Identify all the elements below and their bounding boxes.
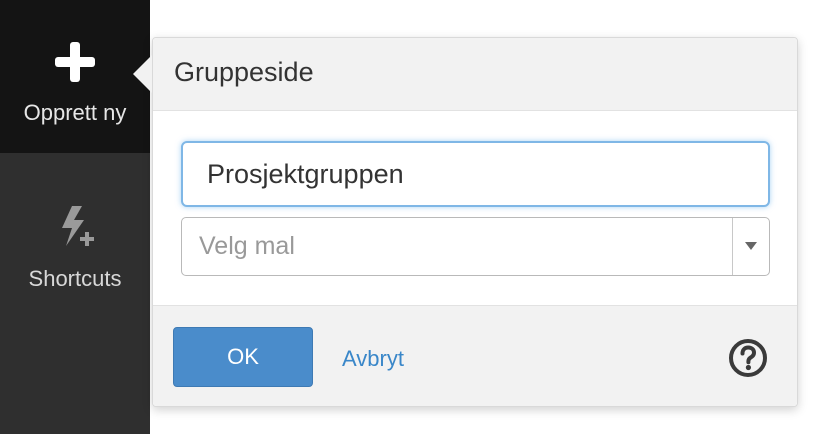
- caret-down-icon: [745, 242, 757, 250]
- group-page-dialog: Gruppeside Velg mal OK Avbryt: [152, 37, 798, 407]
- bolt-plus-icon: [62, 206, 94, 246]
- template-select[interactable]: Velg mal: [181, 217, 770, 276]
- popover-arrow: [133, 55, 152, 93]
- ok-button[interactable]: OK: [173, 327, 313, 387]
- template-select-toggle[interactable]: [732, 218, 769, 275]
- group-name-input[interactable]: [181, 141, 770, 207]
- sidebar-item-create-new-label: Opprett ny: [23, 100, 127, 125]
- template-select-placeholder: Velg mal: [199, 232, 295, 260]
- cancel-link[interactable]: Avbryt: [342, 346, 404, 372]
- dialog-title: Gruppeside: [174, 57, 314, 87]
- dialog-footer: OK Avbryt: [153, 305, 797, 406]
- sidebar-item-shortcuts-label: Shortcuts: [28, 266, 122, 291]
- sidebar-item-create-new[interactable]: Opprett ny: [0, 0, 150, 153]
- question-circle-icon[interactable]: [728, 338, 768, 378]
- plus-icon: [55, 42, 95, 82]
- dialog-header: Gruppeside: [153, 38, 797, 111]
- sidebar: Opprett ny Shortcuts: [0, 0, 150, 434]
